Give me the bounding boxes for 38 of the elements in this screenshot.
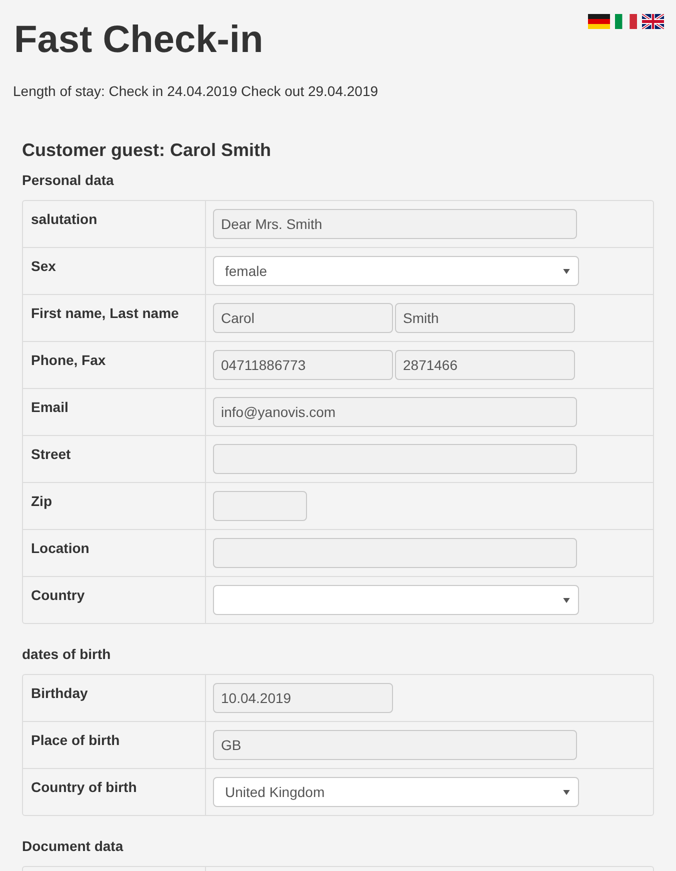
stay-dates-text: Length of stay: Check in 24.04.2019 Check out 29.04.2019	[13, 82, 380, 101]
italian-flag-icon[interactable]	[615, 14, 637, 29]
dropdown-field[interactable]: female	[213, 256, 579, 286]
guest-heading: Customer guest: Carol Smith	[22, 139, 272, 162]
field-label: Country	[31, 587, 85, 603]
field-label: Phone, Fax	[31, 352, 106, 368]
text-field[interactable]: info@yanovis.com	[213, 397, 577, 427]
section-heading: Document data	[22, 837, 124, 856]
text-field[interactable]: 10.04.2019	[213, 683, 393, 713]
british-flag-icon[interactable]	[642, 14, 664, 29]
text-field[interactable]: 2871466	[395, 350, 575, 380]
field-label: salutation	[31, 211, 98, 227]
page-title: Fast Check-in	[14, 18, 264, 62]
field-label: Location	[31, 540, 90, 556]
caret-icon	[563, 790, 570, 794]
text-field[interactable]: Smith	[395, 303, 575, 333]
field-label: First name, Last name	[31, 305, 179, 321]
text-field[interactable]	[213, 538, 577, 568]
field-label: Zip	[31, 493, 52, 509]
field-label: Sex	[31, 258, 56, 274]
section-heading: Personal data	[22, 171, 115, 190]
field-label: Birthday	[31, 685, 88, 701]
caret-icon	[563, 598, 570, 602]
section-heading: dates of birth	[22, 645, 112, 664]
field-label: Place of birth	[31, 732, 120, 748]
text-field[interactable]: Carol	[213, 303, 393, 333]
field-label: Country of birth	[31, 779, 137, 795]
field-label: Street	[31, 446, 71, 462]
german-flag-icon[interactable]	[588, 14, 610, 29]
dropdown-field[interactable]: United Kingdom	[213, 777, 579, 807]
caret-icon	[563, 268, 570, 274]
text-field[interactable]: GB	[213, 730, 577, 760]
text-field[interactable]	[213, 491, 307, 521]
field-label: Email	[31, 399, 68, 415]
text-field[interactable]: Dear Mrs. Smith	[213, 209, 577, 239]
text-field[interactable]	[213, 444, 577, 474]
text-field[interactable]: 04711886773	[213, 350, 393, 380]
dropdown-field[interactable]	[213, 585, 579, 615]
